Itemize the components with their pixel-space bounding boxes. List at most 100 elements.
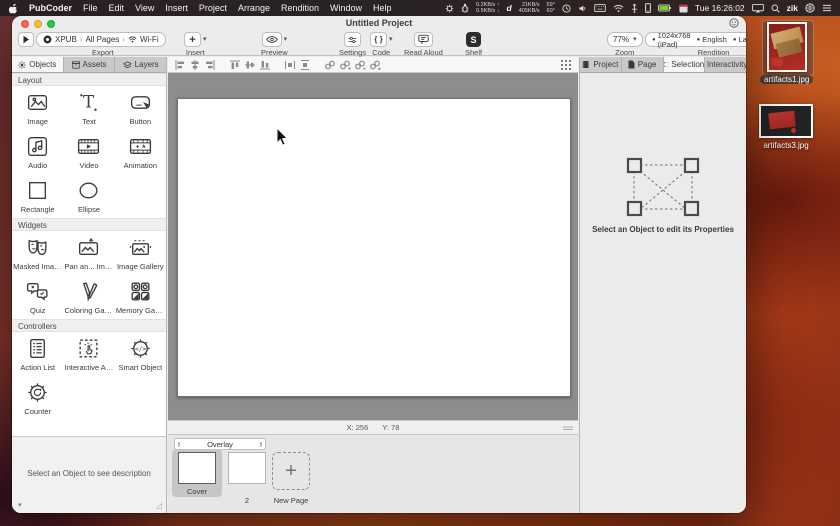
menu-arrange[interactable]: Arrange xyxy=(238,3,270,13)
tab-project[interactable]: Project xyxy=(580,57,622,72)
export-play-button[interactable] xyxy=(18,32,34,47)
clock-icon[interactable] xyxy=(562,3,571,13)
feedback-smiley-icon[interactable] xyxy=(729,18,739,28)
tool-interactive-area[interactable]: Interactive Area xyxy=(63,332,114,376)
tab-interactivity[interactable]: Interactivity xyxy=(705,57,746,72)
tool-action-list[interactable]: Action List xyxy=(12,332,63,376)
shelf-button[interactable]: S xyxy=(466,32,482,47)
page-canvas[interactable] xyxy=(168,73,578,420)
tool-animation[interactable]: Animation xyxy=(115,130,166,174)
tab-page[interactable]: Page xyxy=(622,57,664,72)
insert-button[interactable]: + xyxy=(184,32,201,47)
tool-image[interactable]: Image xyxy=(12,86,63,130)
tool-text[interactable]: T Text xyxy=(63,86,114,130)
align-top-icon[interactable] xyxy=(229,59,241,71)
menu-user-name[interactable]: zik xyxy=(787,3,798,13)
temperature-stats[interactable]: 59° 60° xyxy=(547,2,555,14)
volume-icon[interactable] xyxy=(578,4,587,13)
align-bottom-icon[interactable] xyxy=(259,59,271,71)
tool-video[interactable]: Video xyxy=(63,130,114,174)
tab-layers[interactable]: Layers xyxy=(115,57,166,72)
title-bar[interactable]: Untitled Project xyxy=(12,16,746,30)
chain-link-icon-1[interactable] xyxy=(324,59,336,71)
phone-icon[interactable] xyxy=(644,3,651,13)
chain-link-icon-4[interactable] xyxy=(369,59,381,71)
tool-pan-zoom-image[interactable]: Pan an... Image xyxy=(63,231,114,275)
align-right-icon[interactable] xyxy=(204,59,216,71)
export-breadcrumb[interactable]: XPUB › All Pages › Wi-Fi xyxy=(36,32,166,47)
tool-memory-game[interactable]: Memory Game xyxy=(115,275,166,319)
export-target-crumb[interactable]: Wi-Fi xyxy=(140,35,159,44)
filter-chevron-icon[interactable]: ▾ xyxy=(18,501,22,509)
bug-status-icon[interactable] xyxy=(461,3,469,13)
menu-file[interactable]: File xyxy=(83,3,98,13)
close-button[interactable] xyxy=(21,20,29,28)
statusbar-grip-icon[interactable] xyxy=(563,426,573,431)
desktop-icon-artifacts1[interactable]: artifacts1.jpg xyxy=(760,22,814,84)
code-chevron-icon[interactable]: ▾ xyxy=(389,36,393,43)
zoom-window-button[interactable] xyxy=(47,20,55,28)
keyboard-icon[interactable] xyxy=(594,4,606,12)
tab-selection[interactable]: Selection xyxy=(663,57,706,72)
settings-button[interactable] xyxy=(344,32,362,47)
menu-window[interactable]: Window xyxy=(330,3,362,13)
menu-clock[interactable]: Tue 16:26:02 xyxy=(695,3,745,13)
search-icon[interactable] xyxy=(771,4,780,13)
preview-chevron-icon[interactable]: ▾ xyxy=(284,36,288,43)
notification-center-icon[interactable] xyxy=(822,4,832,12)
preview-button[interactable] xyxy=(261,32,282,47)
tool-image-gallery[interactable]: Image Gallery xyxy=(115,231,166,275)
tool-ellipse[interactable]: Ellipse xyxy=(63,174,114,218)
airplay-display-icon[interactable] xyxy=(751,3,764,13)
export-pages-crumb[interactable]: All Pages xyxy=(85,35,119,44)
page-thumb-cover[interactable]: Cover xyxy=(172,449,222,497)
distribute-h-icon[interactable] xyxy=(284,59,296,71)
minimize-button[interactable] xyxy=(34,20,42,28)
menu-view[interactable]: View xyxy=(135,3,154,13)
menu-project[interactable]: Project xyxy=(199,3,227,13)
read-aloud-button[interactable] xyxy=(413,32,433,47)
tool-audio[interactable]: Audio xyxy=(12,130,63,174)
tab-objects[interactable]: Objects xyxy=(12,57,64,72)
network-stats-1[interactable]: 0.2KB/s ↑ 0.5KB/s ↓ xyxy=(476,2,500,14)
globe-icon[interactable] xyxy=(805,3,815,13)
zoom-dropdown[interactable]: 77% ▾ xyxy=(607,32,643,47)
apple-menu-icon[interactable] xyxy=(8,2,18,14)
network-stats-2[interactable]: 21KB/s 405KB/s xyxy=(519,2,540,14)
align-center-h-icon[interactable] xyxy=(189,59,201,71)
tool-rectangle[interactable]: Rectangle xyxy=(12,174,63,218)
menu-insert[interactable]: Insert xyxy=(165,3,188,13)
align-left-icon[interactable] xyxy=(174,59,186,71)
chain-link-icon-2[interactable] xyxy=(339,59,351,71)
insert-chevron-icon[interactable]: ▾ xyxy=(203,36,207,43)
tool-smart-object[interactable]: </> Smart Object xyxy=(115,332,166,376)
calendar-icon[interactable] xyxy=(679,3,688,13)
code-button[interactable]: { } xyxy=(370,32,387,47)
align-middle-icon[interactable] xyxy=(244,59,256,71)
tool-coloring-game[interactable]: Coloring Game xyxy=(63,275,114,319)
export-project-crumb[interactable]: XPUB xyxy=(55,35,77,44)
tool-button[interactable]: Button xyxy=(115,86,166,130)
page-surface[interactable] xyxy=(177,98,571,397)
rendition-language: English xyxy=(702,35,727,44)
resize-grip-icon[interactable]: ◿ xyxy=(156,501,162,510)
tool-quiz[interactable]: Quiz xyxy=(12,275,63,319)
tool-masked-image[interactable]: Masked Image xyxy=(12,231,63,275)
tool-counter[interactable]: Counter xyxy=(12,376,63,420)
menu-rendition[interactable]: Rendition xyxy=(281,3,319,13)
rendition-button[interactable]: ●1024x768 (iPad) ●English ●Landscape xyxy=(645,31,746,49)
chain-link-icon-3[interactable] xyxy=(354,59,366,71)
wifi-icon[interactable] xyxy=(613,4,624,13)
usb-icon[interactable] xyxy=(631,3,638,13)
battery-icon[interactable] xyxy=(657,4,672,12)
tab-assets[interactable]: Assets xyxy=(64,57,116,72)
menu-app-name[interactable]: PubCoder xyxy=(29,3,72,13)
menu-help[interactable]: Help xyxy=(373,3,392,13)
grid-snap-icon[interactable] xyxy=(560,59,572,71)
menu-edit[interactable]: Edit xyxy=(109,3,125,13)
gear-status-icon[interactable] xyxy=(445,4,454,13)
desktop-icon-artifacts3[interactable]: artifacts3.jpg xyxy=(759,104,813,150)
plus-icon[interactable]: + xyxy=(272,452,310,490)
docker-menu-item[interactable]: d xyxy=(507,3,512,13)
distribute-v-icon[interactable] xyxy=(299,59,311,71)
